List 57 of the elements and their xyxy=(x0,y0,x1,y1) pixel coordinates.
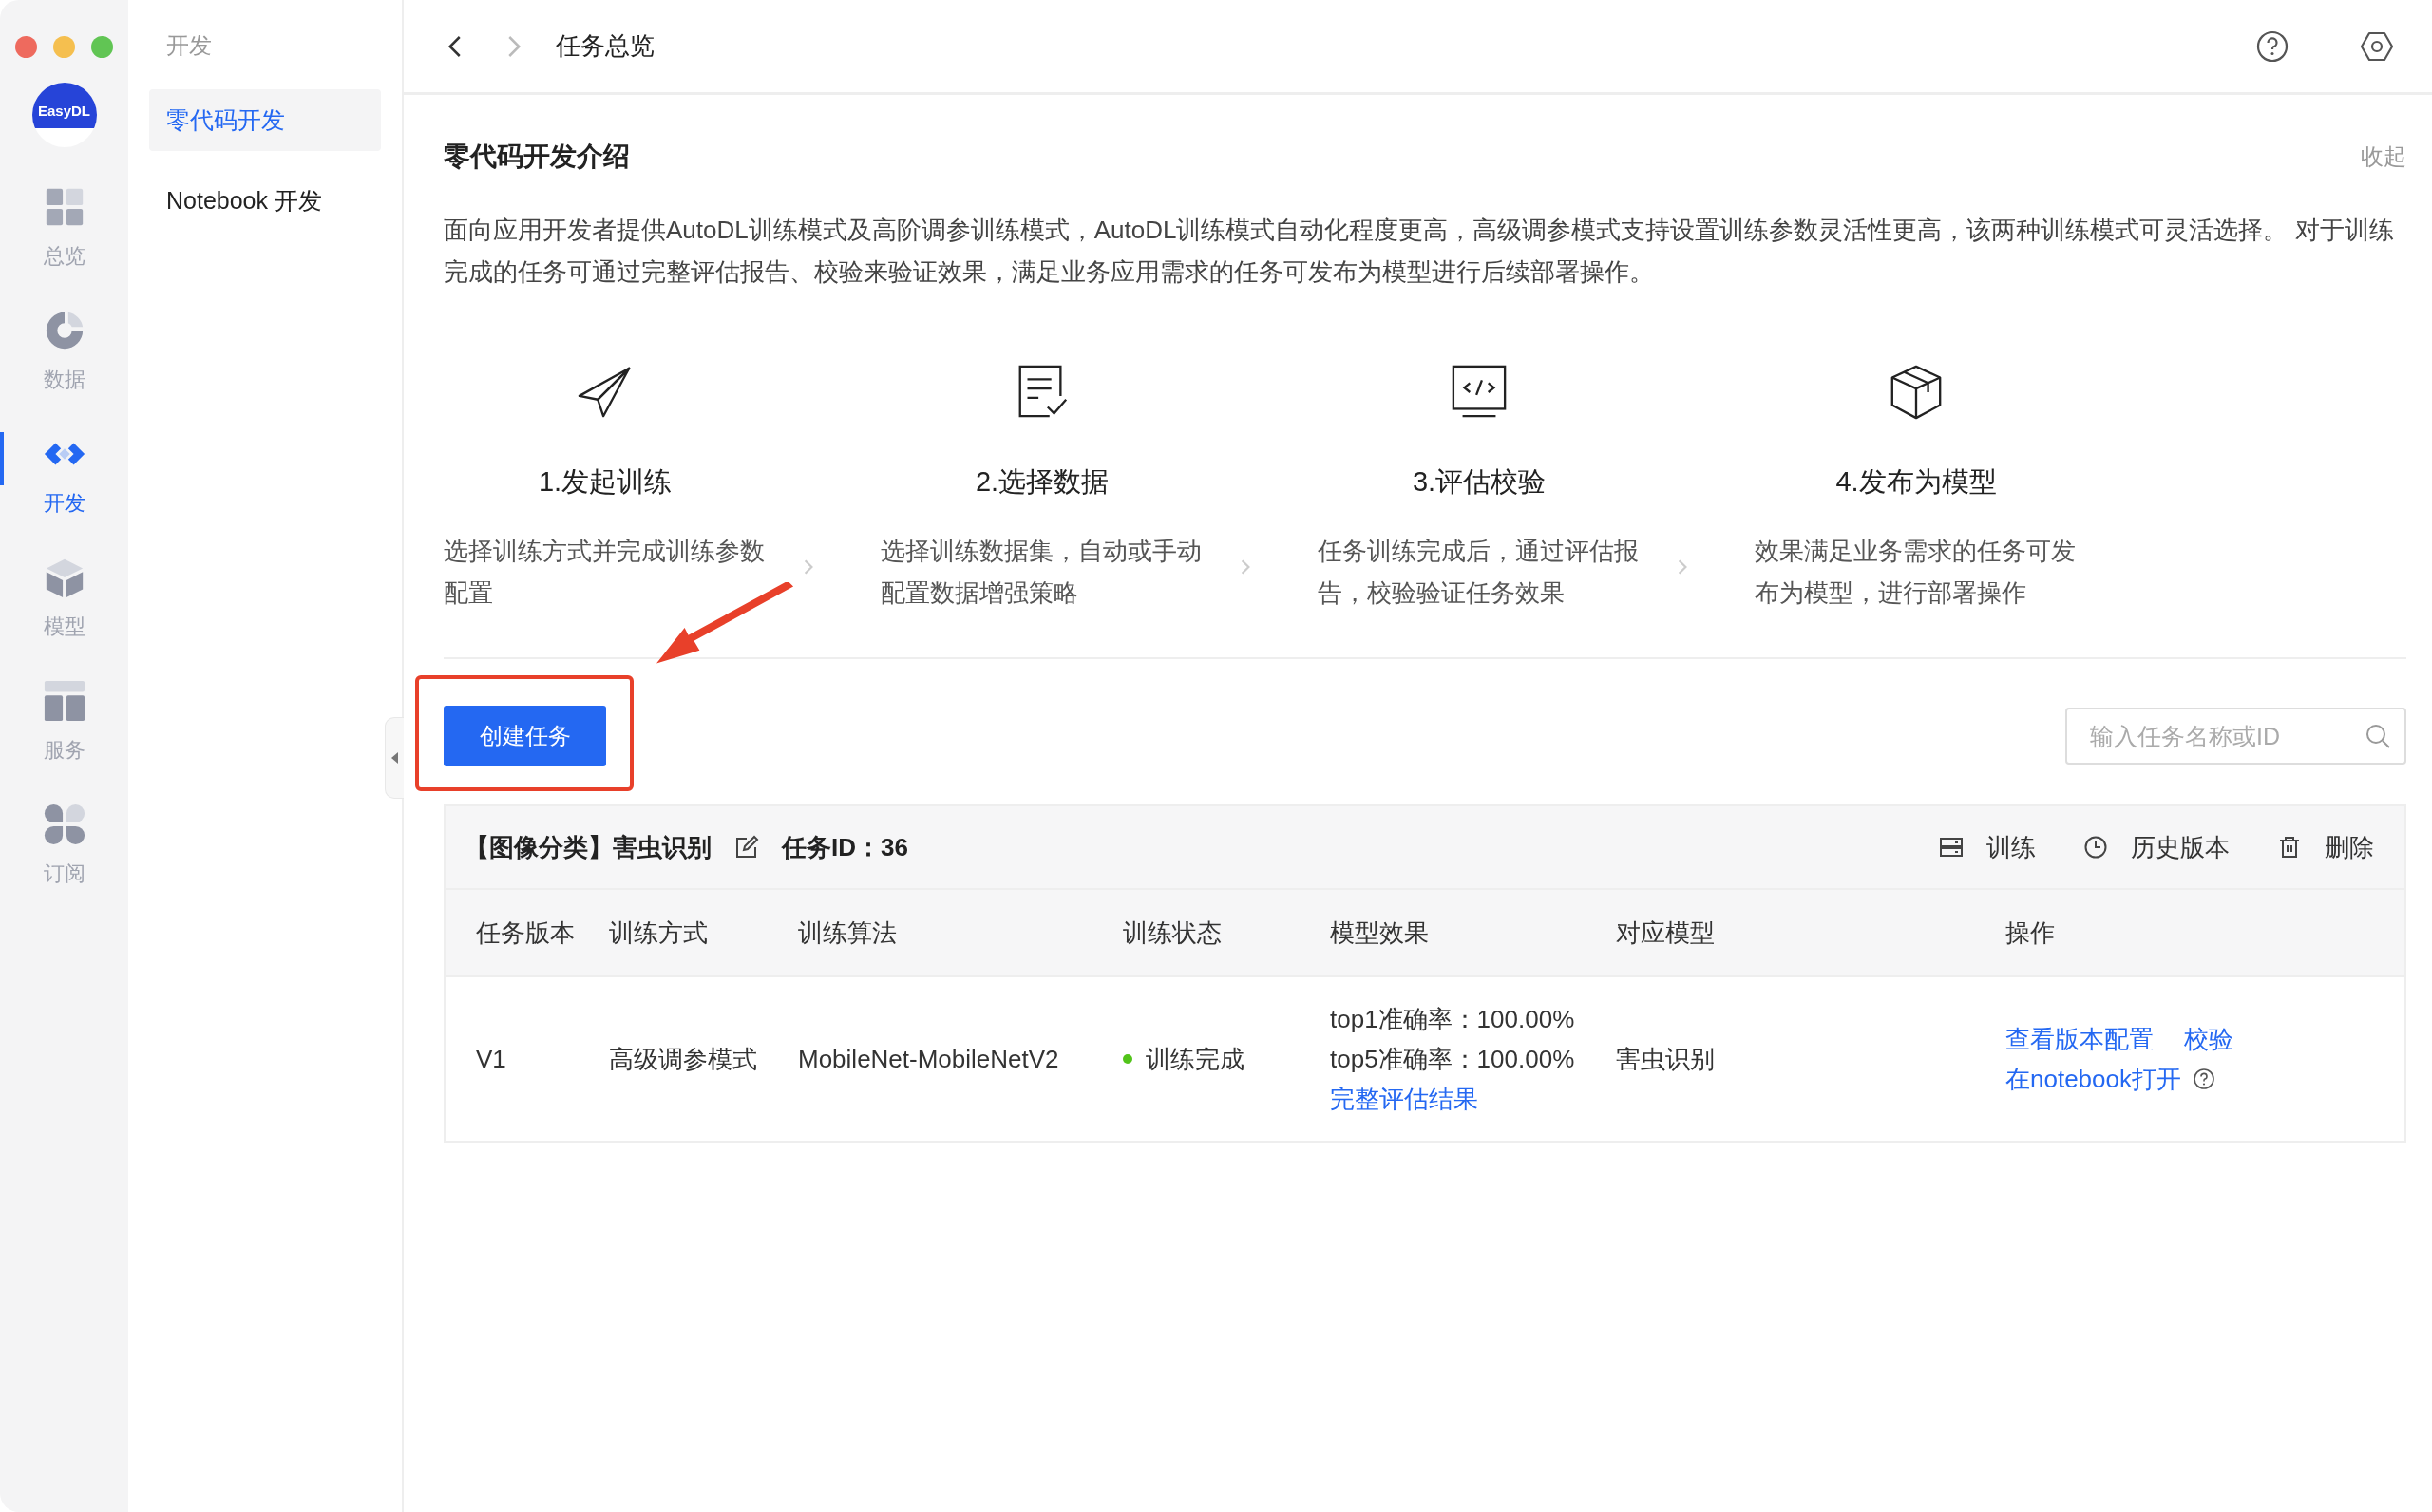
step-title: 2.选择数据 xyxy=(975,465,1110,499)
step-description: 选择训练方式并完成训练参数配置 xyxy=(444,536,766,609)
task-action-link[interactable]: 历史版本 xyxy=(2083,830,2230,864)
layout-icon xyxy=(42,679,86,723)
operation-link[interactable]: 查看版本配置 xyxy=(2005,1019,2154,1059)
create-task-button[interactable]: 创建任务 xyxy=(444,706,606,766)
trash-icon xyxy=(2277,835,2302,860)
table-cell-text: 高级调参模式 xyxy=(609,1043,758,1075)
table-cell-text: 害虫识别 xyxy=(1616,1043,1716,1075)
section-title: 零代码开发介绍 xyxy=(444,141,630,173)
step-description: 效果满足业务需求的任务可发布为模型，进行部署操作 xyxy=(1755,536,2077,609)
caret-left-icon xyxy=(390,752,399,764)
column-header: 操作 xyxy=(2005,917,2056,949)
search-icon xyxy=(2365,723,2391,749)
column-header: 训练算法 xyxy=(798,917,898,949)
operation-link[interactable]: 在notebook打开 xyxy=(2005,1059,2181,1099)
table-cell-text: MobileNet-MobileNetV2 xyxy=(798,1044,1060,1074)
search-field[interactable]: 输入任务名称或ID xyxy=(2065,708,2406,765)
chevron-right-icon xyxy=(803,558,814,576)
clock-icon xyxy=(2083,835,2108,860)
step-title: 3.评估校验 xyxy=(1412,465,1547,499)
task-title: 【图像分类】害虫识别 xyxy=(465,831,712,863)
step-title: 1.发起训练 xyxy=(538,465,673,499)
nav-item[interactable]: 零代码开发 xyxy=(149,89,381,151)
operation-link[interactable]: 校验 xyxy=(2184,1019,2233,1059)
collapse-link[interactable]: 收起 xyxy=(2361,142,2406,172)
task-id: 任务ID：36 xyxy=(782,831,908,863)
nav-item[interactable]: Notebook 开发 xyxy=(149,170,381,232)
logo: EasyDL xyxy=(31,83,97,147)
help-icon[interactable] xyxy=(2255,28,2290,64)
intro-paragraph: 面向应用开发者提供AutoDL训练模式及高阶调参训练模式，AutoDL训练模式自动化程度更高，高级调参模式支持设置训练参数灵活性更高，该两种训练模式可灵活选择。 对于训练完成的任务可通过完整评估报告、校验来验证效果，满足业务应用需求的任务可发布为模型进行后续部署操作。 xyxy=(444,215,2395,288)
column-header: 任务版本 xyxy=(476,917,576,949)
metric-text: top1准确率：100.00% xyxy=(1330,1004,1575,1035)
column-header: 训练状态 xyxy=(1123,917,1223,949)
step-title: 4.发布为模型 xyxy=(1835,465,1997,499)
page-title: 任务总览 xyxy=(556,30,655,62)
step-description: 选择训练数据集，自动或手动配置数据增强策略 xyxy=(881,536,1203,609)
section-heading: 开发 xyxy=(165,31,213,60)
collapse-sidebar-button[interactable] xyxy=(385,717,404,799)
chevron-right-icon xyxy=(1677,558,1688,576)
help-icon[interactable] xyxy=(2193,1068,2215,1090)
status-text: 训练完成 xyxy=(1146,1043,1244,1075)
sidebar-item[interactable]: 开发 xyxy=(0,432,128,518)
chevron-right-icon xyxy=(1240,558,1251,576)
server-icon xyxy=(1939,835,1964,860)
task-action-link[interactable]: 删除 xyxy=(2277,830,2374,864)
close-window-button[interactable] xyxy=(15,36,37,58)
column-header: 训练方式 xyxy=(609,917,709,949)
evaluation-link[interactable]: 完整评估结果 xyxy=(1330,1079,1478,1119)
column-header: 对应模型 xyxy=(1616,917,1716,949)
task-action-link[interactable]: 训练 xyxy=(1939,830,2036,864)
clover-icon xyxy=(42,803,86,846)
step-description: 任务训练完成后，通过评估报告，校验验证任务效果 xyxy=(1318,536,1640,609)
edit-icon[interactable] xyxy=(734,835,759,860)
column-header: 模型效果 xyxy=(1330,917,1430,949)
metric-text: top5准确率：100.00% xyxy=(1330,1044,1575,1075)
table-cell-text: V1 xyxy=(476,1044,507,1074)
